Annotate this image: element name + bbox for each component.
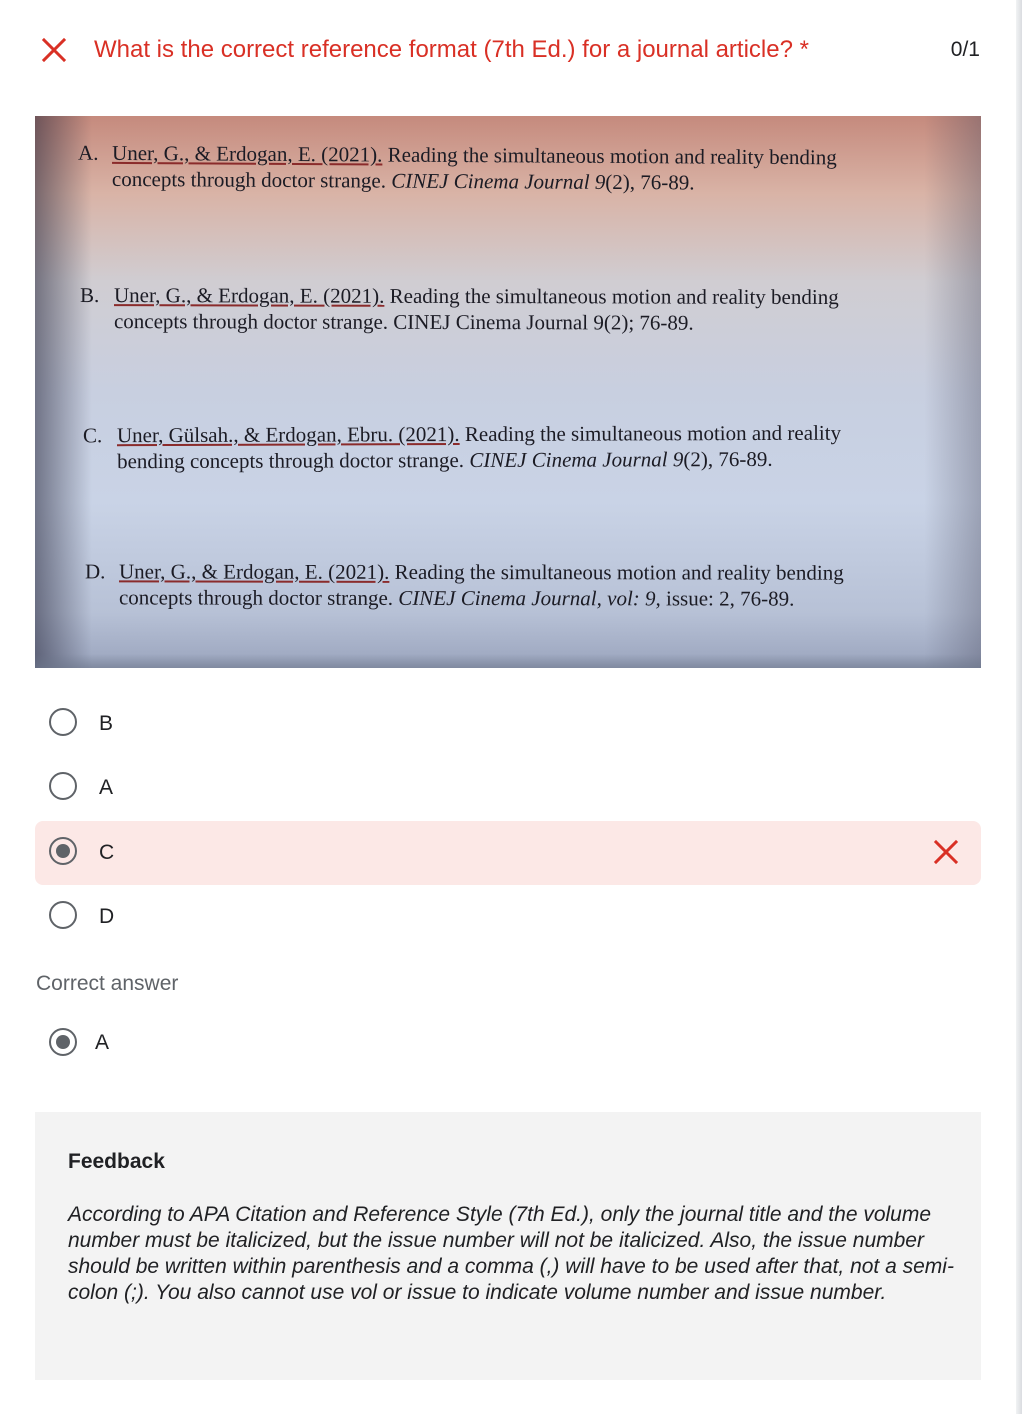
option-b[interactable]: B — [35, 692, 981, 756]
reference-option-d: D. Uner, G., & Erdogan, E. (2021). Readin… — [85, 558, 844, 611]
page-scroll-edge — [1016, 0, 1022, 1414]
correct-answer-option: A — [35, 1012, 435, 1076]
question-title: What is the correct reference format (7t… — [94, 36, 809, 63]
reference-title: Reading the simultaneous motion and real… — [464, 420, 842, 446]
option-label: B — [99, 712, 114, 735]
reference-letter: C. — [82, 423, 103, 448]
close-icon — [933, 839, 959, 865]
option-label: C — [99, 841, 115, 864]
close-icon — [41, 37, 67, 63]
reference-authors: Uner, G., & Erdogan, E. (2021). — [112, 140, 383, 167]
option-d[interactable]: D — [35, 885, 981, 949]
reference-issue: issue: 2, 76-89. — [666, 586, 795, 611]
option-label: A — [99, 776, 114, 799]
radio-button-checked — [49, 1028, 77, 1056]
radio-button[interactable] — [49, 708, 77, 736]
reference-title-cont: bending concepts through doctor strange. — [117, 447, 465, 474]
reference-title: Reading the simultaneous motion and real… — [389, 283, 839, 309]
reference-option-a: A. Uner, G., & Erdogan, E. (2021). Readin… — [78, 140, 837, 197]
reference-authors: Uner, G., & Erdogan, E. (2021). — [114, 283, 385, 308]
reference-journal: CINEJ Cinema Journal 9 — [469, 447, 684, 472]
reference-issue: (2), 76-89. — [683, 446, 773, 472]
feedback-panel: Feedback According to APA Citation and R… — [35, 1112, 981, 1380]
reference-authors: Uner, Gülsah., & Erdogan, Ebru. (2021). — [116, 422, 460, 448]
question-header: What is the correct reference format (7t… — [36, 30, 982, 70]
reference-letter: D. — [85, 559, 106, 584]
option-c[interactable]: C — [35, 821, 981, 885]
radio-button-checked[interactable] — [49, 837, 77, 865]
reference-option-c: C. Uner, Gülsah., & Erdogan, Ebru. (2021)… — [83, 420, 841, 475]
question-score: 0/1 — [950, 38, 980, 61]
question-image: A. Uner, G., & Erdogan, E. (2021). Readin… — [35, 116, 981, 668]
correct-answer-heading: Correct answer — [36, 972, 179, 995]
option-label: D — [99, 905, 115, 928]
reference-journal: CINEJ Cinema Journal 9 — [391, 168, 606, 194]
reference-issue: (2), 76-89. — [605, 169, 695, 195]
option-a[interactable]: A — [35, 756, 981, 820]
reference-title-cont: concepts through doctor strange. — [118, 585, 394, 610]
reference-letter: B. — [80, 283, 100, 308]
correct-answer-label: A — [95, 1031, 110, 1054]
feedback-title: Feedback — [68, 1150, 165, 1173]
reference-journal: CINEJ Cinema Journal, vol: 9, — [398, 585, 661, 611]
reference-title-cont: concepts through doctor strange. — [111, 166, 387, 193]
reference-line-2: concepts through doctor strange. CINEJ C… — [113, 309, 694, 335]
reference-title: Reading the simultaneous motion and real… — [394, 559, 844, 585]
reference-letter: A. — [78, 140, 99, 165]
radio-button[interactable] — [49, 772, 77, 800]
radio-button[interactable] — [49, 901, 77, 929]
reference-option-b: B. Uner, G., & Erdogan, E. (2021). Readin… — [80, 282, 839, 336]
feedback-text: According to APA Citation and Reference … — [68, 1203, 954, 1304]
reference-title: Reading the simultaneous motion and real… — [387, 142, 837, 170]
reference-authors: Uner, G., & Erdogan, E. (2021). — [119, 559, 390, 584]
